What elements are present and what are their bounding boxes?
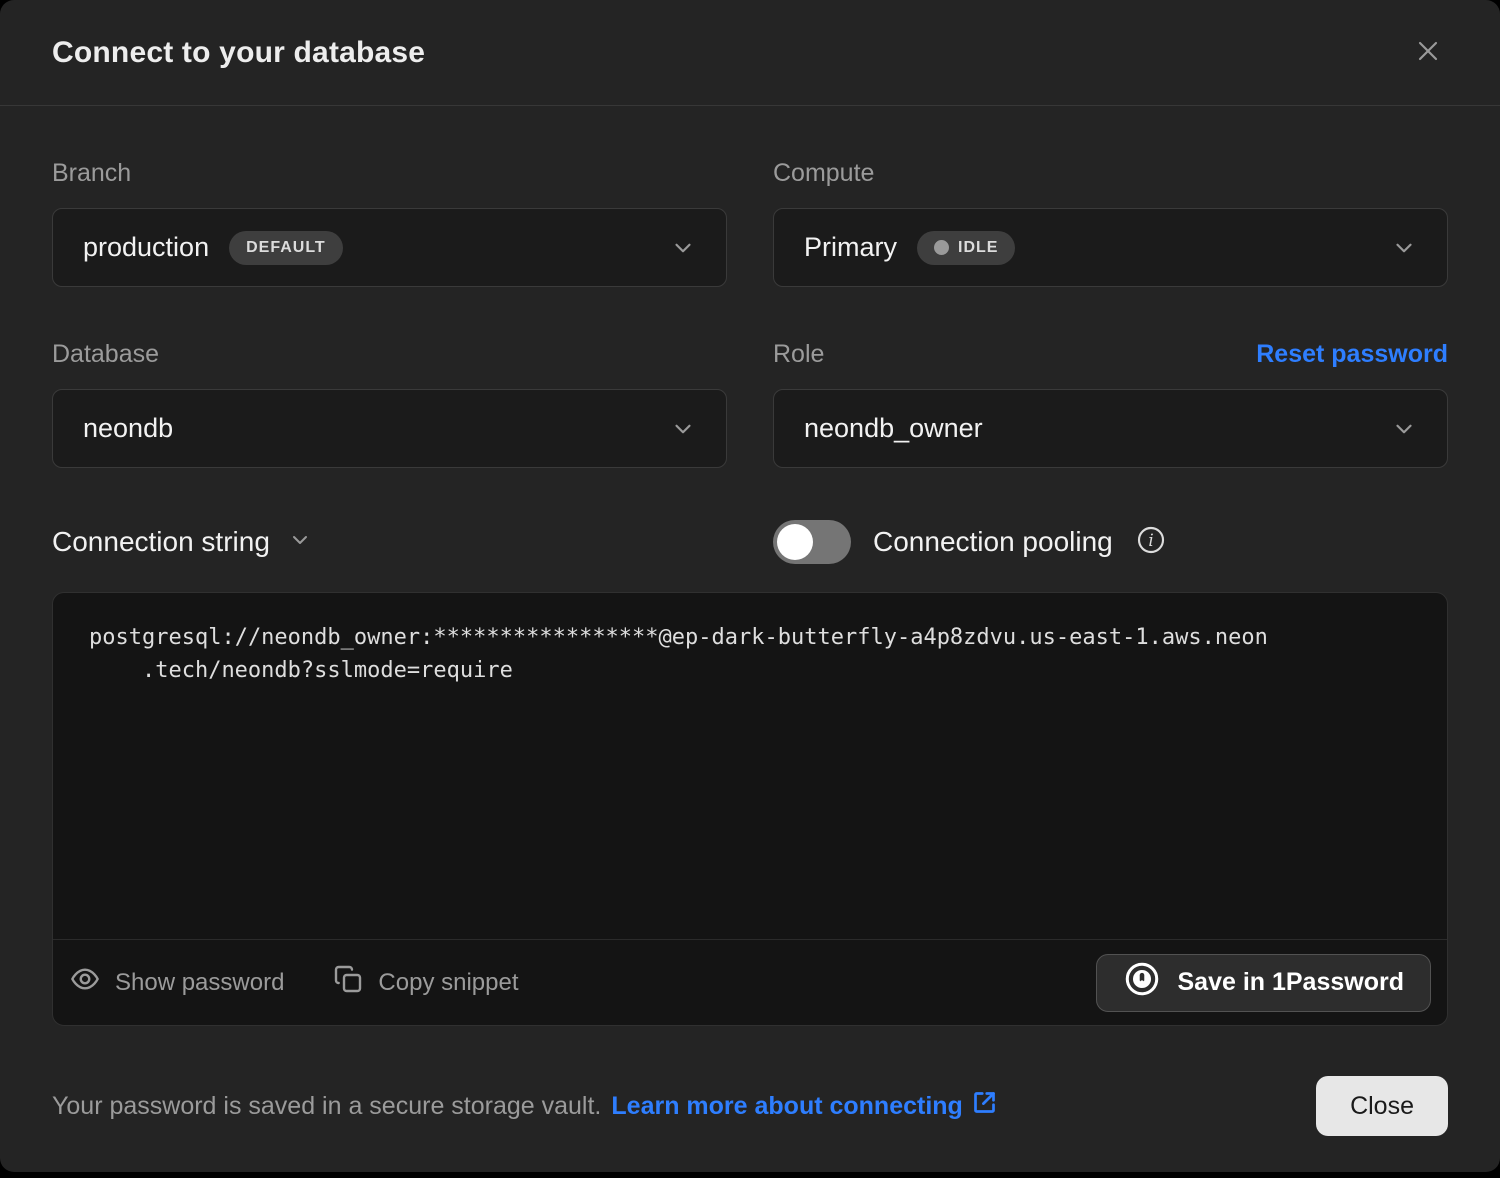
- svg-text:i: i: [1148, 530, 1153, 549]
- chevron-down-icon: [1391, 416, 1417, 442]
- password-note: Your password is saved in a secure stora…: [52, 1089, 998, 1123]
- role-label: Role: [773, 340, 824, 369]
- chevron-down-icon: [288, 528, 312, 557]
- modal-title: Connect to your database: [52, 36, 425, 70]
- chevron-down-icon: [670, 235, 696, 261]
- idle-badge: IDLE: [917, 231, 1015, 265]
- close-button[interactable]: [1408, 31, 1448, 74]
- database-value: neondb: [83, 413, 173, 444]
- connect-database-modal: Connect to your database Branch Compute …: [0, 0, 1500, 1172]
- modal-footer: Your password is saved in a secure stora…: [52, 1076, 1448, 1136]
- show-password-button[interactable]: Show password: [69, 963, 284, 1002]
- eye-icon: [69, 963, 101, 1002]
- chevron-down-icon: [1391, 235, 1417, 261]
- connection-pooling-label: Connection pooling: [873, 526, 1113, 558]
- reset-password-link[interactable]: Reset password: [1256, 340, 1448, 369]
- info-icon[interactable]: i: [1135, 524, 1167, 561]
- branch-value: production: [83, 232, 209, 263]
- x-icon: [1412, 35, 1444, 70]
- role-select[interactable]: neondb_owner: [773, 389, 1448, 468]
- status-dot: [934, 240, 949, 255]
- compute-label: Compute: [773, 158, 1448, 188]
- connection-string-panel: postgresql://neondb_owner:**************…: [52, 592, 1448, 1026]
- code-line-2: .tech/neondb?sslmode=require: [142, 654, 1411, 687]
- copy-snippet-button[interactable]: Copy snippet: [332, 963, 518, 1002]
- modal-body: Branch Compute production DEFAULT Primar…: [0, 106, 1500, 1136]
- 1password-icon: [1123, 960, 1161, 1005]
- external-link-icon: [971, 1089, 998, 1123]
- code-footer: Show password Copy snippet: [53, 939, 1447, 1025]
- database-label: Database: [52, 339, 727, 369]
- compute-select[interactable]: Primary IDLE: [773, 208, 1448, 287]
- copy-icon: [332, 963, 364, 1002]
- connection-string-label: Connection string: [52, 526, 270, 558]
- toggle-knob: [777, 524, 813, 560]
- code-line-1: postgresql://neondb_owner:**************…: [89, 621, 1411, 654]
- branch-select[interactable]: production DEFAULT: [52, 208, 727, 287]
- role-value: neondb_owner: [804, 413, 983, 444]
- connection-string-dropdown[interactable]: Connection string: [52, 526, 727, 558]
- save-1password-button[interactable]: Save in 1Password: [1096, 954, 1431, 1012]
- close-modal-button[interactable]: Close: [1316, 1076, 1448, 1136]
- chevron-down-icon: [670, 416, 696, 442]
- role-label-row: Role Reset password: [773, 339, 1448, 369]
- connection-pooling-toggle[interactable]: [773, 520, 851, 564]
- connection-pooling-row: Connection pooling i: [773, 520, 1448, 564]
- default-badge: DEFAULT: [229, 231, 343, 265]
- connection-string-code[interactable]: postgresql://neondb_owner:**************…: [53, 593, 1447, 939]
- branch-label: Branch: [52, 158, 727, 188]
- learn-more-link[interactable]: Learn more about connecting: [611, 1089, 997, 1123]
- compute-value: Primary: [804, 232, 897, 263]
- modal-header: Connect to your database: [0, 0, 1500, 106]
- database-select[interactable]: neondb: [52, 389, 727, 468]
